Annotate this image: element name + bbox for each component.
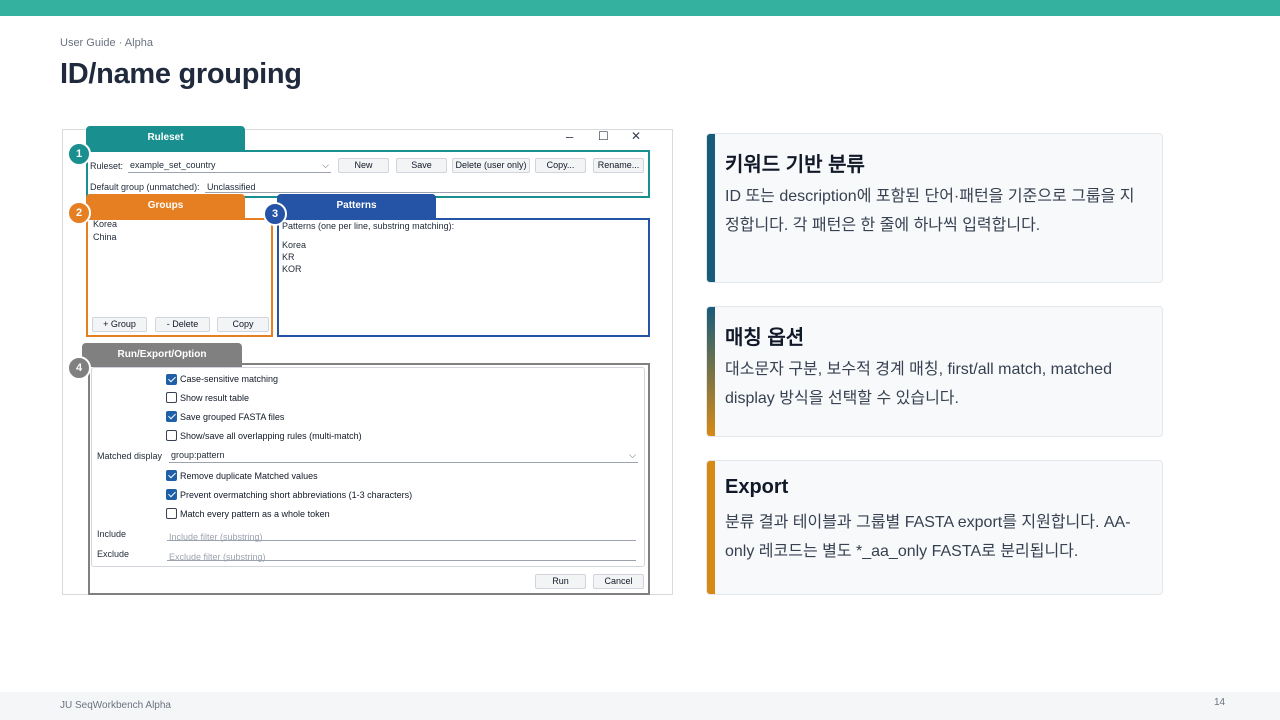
prevent-overmatching-label: Prevent overmatching short abbreviations… — [180, 490, 413, 500]
card-title: 키워드 기반 분류 — [725, 154, 865, 176]
card-matching-options: 매칭 옵션 대소문자 구분, 보수적 경계 매칭, first/all matc… — [706, 306, 1163, 437]
footer-label: JU SeqWorkbench Alpha — [60, 700, 171, 711]
badge-2: 2 — [67, 201, 91, 225]
show-result-table-label: Show result table — [180, 393, 250, 403]
card-body: ID 또는 description에 포함된 단어·패턴을 기준으로 그룹을 지… — [725, 188, 1135, 234]
include-label: Include — [97, 529, 127, 539]
ruleset-section-tag: Ruleset — [86, 126, 245, 150]
save-ruleset-button[interactable]: Save — [396, 158, 447, 173]
show-result-table-checkbox[interactable] — [166, 392, 177, 403]
chevron-down-icon: ⌵ — [629, 450, 636, 460]
include-field[interactable] — [167, 527, 636, 544]
copy-group-button[interactable]: Copy — [217, 317, 269, 332]
ruleset-label: Ruleset: — [90, 161, 124, 171]
pattern-line: KOR — [282, 264, 302, 274]
close-icon[interactable]: ✕ — [631, 129, 641, 143]
run-button[interactable]: Run — [535, 574, 586, 589]
page-number: 14 — [1214, 697, 1226, 708]
pattern-line: Korea — [282, 240, 307, 250]
whole-token-label: Match every pattern as a whole token — [180, 509, 330, 519]
patterns-section-tag: Patterns — [277, 194, 436, 218]
delete-ruleset-button[interactable]: Delete (user only) — [452, 158, 530, 173]
badge-1: 1 — [67, 142, 91, 166]
chevron-down-icon: ⌵ — [322, 160, 329, 170]
footer-bar — [0, 692, 1280, 720]
patterns-header: Patterns (one per line, substring matchi… — [282, 221, 455, 231]
whole-token-checkbox[interactable] — [166, 508, 177, 519]
remove-duplicates-label: Remove duplicate Matched values — [180, 471, 318, 481]
matched-display-value: group:pattern — [171, 450, 225, 460]
remove-duplicates-checkbox[interactable] — [166, 470, 177, 481]
copy-ruleset-button[interactable]: Copy... — [535, 158, 586, 173]
maximize-icon[interactable]: ☐ — [598, 129, 609, 143]
ruleset-select[interactable]: example_set_country ⌵ — [128, 158, 331, 173]
minimize-icon[interactable]: – — [566, 129, 573, 144]
card-keyword-classification: 키워드 기반 분류 ID 또는 description에 포함된 단어·패턴을 … — [706, 133, 1163, 283]
card-stripe — [707, 461, 715, 594]
pattern-line: KR — [282, 252, 295, 262]
rename-ruleset-button[interactable]: Rename... — [593, 158, 644, 173]
add-group-button[interactable]: + Group — [92, 317, 147, 332]
save-grouped-fasta-checkbox[interactable] — [166, 411, 177, 422]
card-export: Export 분류 결과 테이블과 그룹별 FASTA export를 지원합니… — [706, 460, 1163, 595]
prevent-overmatching-checkbox[interactable] — [166, 489, 177, 500]
exclude-field[interactable] — [167, 547, 636, 564]
exclude-label: Exclude — [97, 549, 130, 559]
card-title: 매칭 옵션 — [725, 327, 805, 349]
default-group-value: Unclassified — [207, 182, 256, 192]
matched-display-select[interactable]: group:pattern ⌵ — [169, 448, 638, 463]
multi-match-label: Show/save all overlapping rules (multi-m… — [180, 431, 362, 441]
group-item[interactable]: China — [93, 232, 117, 242]
card-body: 분류 결과 테이블과 그룹별 FASTA export를 지원합니다. AA-o… — [725, 514, 1131, 560]
card-title: Export — [725, 476, 789, 498]
cancel-button[interactable]: Cancel — [593, 574, 644, 589]
case-sensitive-checkbox[interactable] — [166, 374, 177, 385]
page-title: ID/name grouping — [60, 58, 302, 90]
default-group-label: Default group (unmatched): — [90, 182, 200, 192]
patterns-textarea[interactable] — [280, 236, 648, 335]
exclude-input[interactable] — [167, 550, 636, 564]
matched-display-label: Matched display — [97, 451, 163, 461]
groups-section-tag: Groups — [86, 194, 245, 218]
group-item[interactable]: Korea — [93, 219, 117, 229]
card-stripe — [707, 307, 715, 436]
include-input[interactable] — [167, 530, 636, 544]
breadcrumb: User Guide · Alpha — [60, 37, 153, 49]
case-sensitive-label: Case-sensitive matching — [180, 374, 279, 384]
delete-group-button[interactable]: - Delete — [155, 317, 210, 332]
card-body: 대소문자 구분, 보수적 경계 매칭, first/all match, mat… — [725, 361, 1112, 407]
default-group-field[interactable]: Unclassified — [205, 180, 643, 193]
badge-4: 4 — [67, 356, 91, 380]
top-accent-bar — [0, 0, 1280, 16]
multi-match-checkbox[interactable] — [166, 430, 177, 441]
card-stripe — [707, 134, 715, 282]
save-grouped-fasta-label: Save grouped FASTA files — [180, 412, 285, 422]
new-ruleset-button[interactable]: New — [338, 158, 389, 173]
ruleset-select-value: example_set_country — [130, 160, 216, 170]
